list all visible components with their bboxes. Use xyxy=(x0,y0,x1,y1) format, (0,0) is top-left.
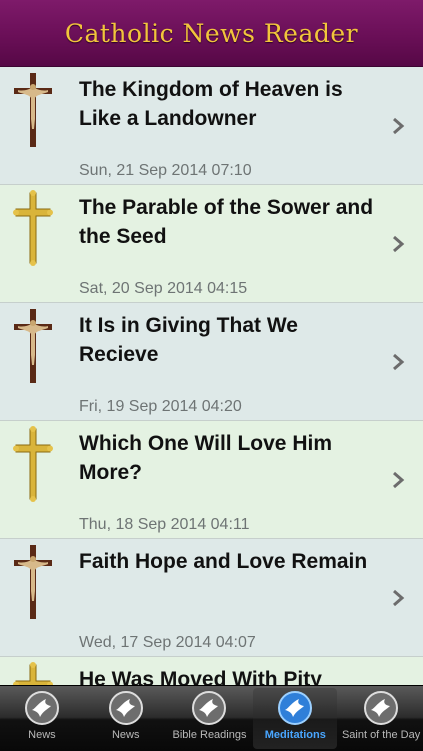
item-title: He Was Moved With Pity xyxy=(79,668,322,685)
tab-news[interactable]: News xyxy=(0,686,84,751)
chevron-right-icon xyxy=(393,471,405,489)
chevron-right-icon xyxy=(393,235,405,253)
list-item[interactable]: The Parable of the Sower and the Seed Sa… xyxy=(0,185,423,303)
crucifix-icon xyxy=(14,545,52,619)
tab-bible-readings[interactable]: Bible Readings xyxy=(168,686,252,751)
app-header: Catholic News Reader xyxy=(0,0,423,67)
chevron-right-icon xyxy=(393,589,405,607)
tab-label: Meditations xyxy=(264,729,326,741)
item-title: The Parable of the Sower and the Seed xyxy=(79,196,374,248)
dove-icon xyxy=(192,691,227,725)
crucifix-icon xyxy=(14,73,52,147)
app-title: Catholic News Reader xyxy=(64,18,359,48)
chevron-right-icon xyxy=(393,117,405,135)
item-title: The Kingdom of Heaven is Like a Landowne… xyxy=(79,78,343,130)
dove-icon xyxy=(278,691,313,725)
list-item[interactable]: Faith Hope and Love Remain Wed, 17 Sep 2… xyxy=(0,539,423,657)
list-item[interactable]: The Kingdom of Heaven is Like a Landowne… xyxy=(0,67,423,185)
item-title: It Is in Giving That We Recieve xyxy=(79,314,298,366)
tab-bar: News News Bible Readings Meditations Sai… xyxy=(0,685,423,751)
tab-label: Bible Readings xyxy=(172,729,247,741)
crucifix-icon xyxy=(14,309,52,383)
dove-icon xyxy=(24,691,59,725)
list-item[interactable]: Which One Will Love Him More? Thu, 18 Se… xyxy=(0,421,423,539)
chevron-right-icon xyxy=(393,353,405,371)
tab-news-2[interactable]: News xyxy=(84,686,168,751)
item-title: Which One Will Love Him More? xyxy=(79,432,332,484)
tab-label: News xyxy=(28,729,56,741)
item-date: Thu, 18 Sep 2014 04:11 xyxy=(79,516,250,533)
item-date: Sat, 20 Sep 2014 04:15 xyxy=(79,280,248,297)
gold-cross-icon xyxy=(13,662,53,685)
tab-label: Saint of the Day xyxy=(341,729,421,741)
item-date: Fri, 19 Sep 2014 04:20 xyxy=(79,398,242,415)
gold-cross-icon xyxy=(13,426,53,502)
dove-icon xyxy=(364,691,399,725)
list-item[interactable]: It Is in Giving That We Recieve Fri, 19 … xyxy=(0,303,423,421)
item-date: Sun, 21 Sep 2014 07:10 xyxy=(79,162,252,179)
tab-label: News xyxy=(111,729,140,741)
gold-cross-icon xyxy=(13,190,53,266)
article-list[interactable]: The Kingdom of Heaven is Like a Landowne… xyxy=(0,67,423,685)
dove-icon xyxy=(108,691,143,725)
item-title: Faith Hope and Love Remain xyxy=(79,550,368,573)
list-item[interactable]: He Was Moved With Pity xyxy=(0,657,423,685)
tab-saint-of-the-day[interactable]: Saint of the Day xyxy=(339,686,423,751)
item-date: Wed, 17 Sep 2014 04:07 xyxy=(79,634,256,651)
tab-meditations[interactable]: Meditations xyxy=(253,688,338,749)
